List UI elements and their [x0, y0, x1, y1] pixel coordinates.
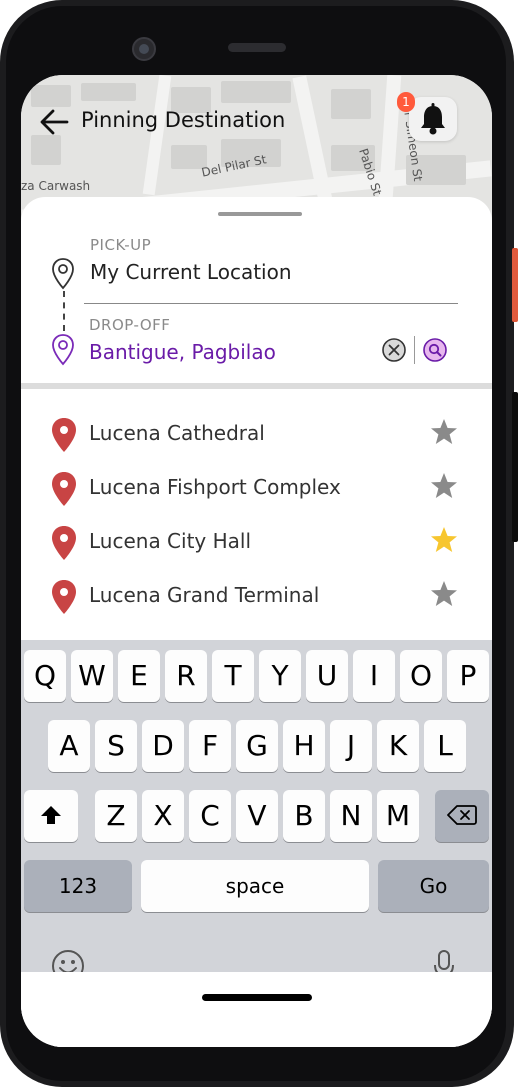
- key-i[interactable]: I: [353, 650, 395, 702]
- key-j[interactable]: J: [330, 720, 372, 772]
- shift-icon: [41, 806, 61, 824]
- home-indicator[interactable]: [202, 994, 312, 1001]
- sheet-drag-handle[interactable]: [218, 212, 302, 216]
- key-l[interactable]: L: [424, 720, 466, 772]
- list-item[interactable]: Lucena Cathedral: [21, 415, 492, 465]
- onscreen-keyboard: Q W E R T Y U I O P A S D F G H J K L Z …: [21, 640, 492, 982]
- dropoff-field[interactable]: Bantigue, Pagbilao: [89, 340, 276, 364]
- dropoff-label: DROP-OFF: [89, 316, 171, 334]
- list-item[interactable]: Lucena Grand Terminal: [21, 577, 492, 627]
- map-pin-icon: [52, 526, 76, 560]
- place-name: Lucena City Hall: [89, 529, 252, 553]
- key-p[interactable]: P: [447, 650, 489, 702]
- arrow-left-icon: [40, 109, 69, 135]
- map-pin-icon: [52, 580, 76, 614]
- page-title: Pinning Destination: [81, 108, 286, 132]
- notifications-button[interactable]: [409, 97, 457, 141]
- backspace-icon: [447, 805, 477, 825]
- location-pin-purple-icon: [52, 334, 74, 366]
- key-m[interactable]: M: [377, 790, 419, 842]
- key-k[interactable]: K: [377, 720, 419, 772]
- key-s[interactable]: S: [95, 720, 137, 772]
- section-divider: [21, 383, 492, 389]
- side-button-volume: [512, 392, 518, 542]
- space-key[interactable]: space: [141, 860, 369, 912]
- app-screen: Del Pilar St Pabio St Dr Simeon St za Ca…: [21, 75, 492, 1047]
- key-r[interactable]: R: [165, 650, 207, 702]
- key-v[interactable]: V: [236, 790, 278, 842]
- map-pin-icon: [52, 418, 76, 452]
- key-n[interactable]: N: [330, 790, 372, 842]
- key-c[interactable]: C: [189, 790, 231, 842]
- key-x[interactable]: X: [142, 790, 184, 842]
- side-button-power: [512, 248, 518, 322]
- key-u[interactable]: U: [306, 650, 348, 702]
- key-q[interactable]: Q: [24, 650, 66, 702]
- shift-key[interactable]: [24, 790, 78, 842]
- icon-divider: [414, 336, 415, 364]
- list-item[interactable]: Lucena Fishport Complex: [21, 469, 492, 519]
- key-y[interactable]: Y: [259, 650, 301, 702]
- key-t[interactable]: T: [212, 650, 254, 702]
- keyboard-footer: [21, 972, 492, 1047]
- clear-circle-icon: [382, 338, 406, 362]
- key-g[interactable]: G: [236, 720, 278, 772]
- pickup-label: PICK-UP: [90, 236, 152, 254]
- back-button[interactable]: [35, 105, 75, 139]
- numbers-key[interactable]: 123: [24, 860, 132, 912]
- map-pin-icon: [52, 472, 76, 506]
- map-label-place: za Carwash: [21, 179, 91, 193]
- front-camera: [132, 37, 156, 61]
- star-icon[interactable]: [429, 471, 459, 501]
- key-h[interactable]: H: [283, 720, 325, 772]
- bell-icon: [421, 103, 445, 135]
- clear-button[interactable]: [382, 338, 406, 362]
- key-e[interactable]: E: [118, 650, 160, 702]
- field-divider: [84, 303, 458, 304]
- key-w[interactable]: W: [71, 650, 113, 702]
- key-f[interactable]: F: [189, 720, 231, 772]
- star-icon[interactable]: [429, 417, 459, 447]
- search-button[interactable]: [423, 338, 447, 362]
- key-d[interactable]: D: [142, 720, 184, 772]
- notification-badge: 1: [397, 92, 415, 112]
- key-a[interactable]: A: [48, 720, 90, 772]
- pickup-field[interactable]: My Current Location: [90, 260, 292, 284]
- place-name: Lucena Fishport Complex: [89, 475, 341, 499]
- place-name: Lucena Cathedral: [89, 421, 265, 445]
- key-o[interactable]: O: [400, 650, 442, 702]
- location-pin-outline-icon: [52, 258, 74, 290]
- go-key[interactable]: Go: [378, 860, 489, 912]
- route-connector: [63, 291, 65, 331]
- backspace-key[interactable]: [435, 790, 489, 842]
- key-b[interactable]: B: [283, 790, 325, 842]
- earpiece-speaker: [228, 43, 286, 52]
- key-z[interactable]: Z: [95, 790, 137, 842]
- list-item[interactable]: Lucena City Hall: [21, 523, 492, 573]
- place-name: Lucena Grand Terminal: [89, 583, 320, 607]
- star-icon[interactable]: [429, 525, 459, 555]
- search-icon: [423, 338, 447, 362]
- star-icon[interactable]: [429, 579, 459, 609]
